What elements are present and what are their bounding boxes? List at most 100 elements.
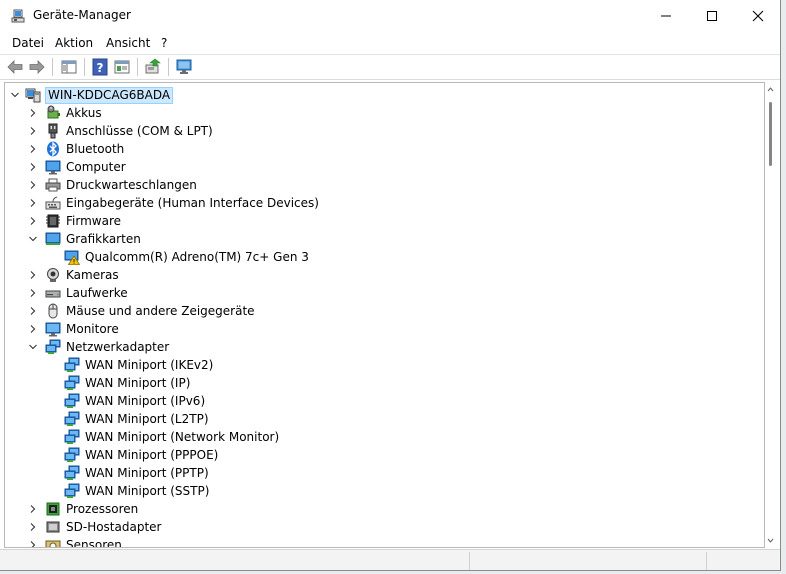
properties-icon[interactable] <box>113 58 131 76</box>
tree-item-label: Bluetooth <box>66 142 125 156</box>
menu-help[interactable]: ? <box>161 36 167 50</box>
tree-item[interactable]: WAN Miniport (PPTP) <box>5 464 745 482</box>
chevron-right-icon[interactable] <box>27 161 39 173</box>
status-segment <box>0 552 470 570</box>
menu-ansicht[interactable]: Ansicht <box>106 36 150 50</box>
tree-item[interactable]: WAN Miniport (IPv6) <box>5 392 745 410</box>
chevron-right-icon[interactable] <box>27 197 39 209</box>
chevron-right-icon[interactable] <box>27 143 39 155</box>
tree-item[interactable]: Firmware <box>5 212 745 230</box>
minimize-icon <box>661 15 671 17</box>
chevron-right-icon[interactable] <box>27 323 39 335</box>
tree-item[interactable]: WAN Miniport (IKEv2) <box>5 356 745 374</box>
status-bar <box>0 549 780 570</box>
display-adapter-icon <box>45 232 61 245</box>
mouse-icon <box>48 303 58 319</box>
tree-item-label: WAN Miniport (IP) <box>85 376 191 390</box>
show-hide-console-tree-icon[interactable] <box>60 58 78 76</box>
tree-item[interactable]: Grafikkarten <box>5 230 745 248</box>
tree-item[interactable]: Eingabegeräte (Human Interface Devices) <box>5 194 745 212</box>
monitor-scan-icon[interactable] <box>175 58 193 76</box>
tree-item[interactable]: Bluetooth <box>5 140 745 158</box>
toolbar-separator <box>84 58 85 76</box>
chevron-right-icon[interactable] <box>27 539 39 548</box>
tree-item[interactable]: Mäuse und andere Zeigegeräte <box>5 302 745 320</box>
chevron-right-icon[interactable] <box>27 269 39 281</box>
chevron-right-icon[interactable] <box>27 215 39 227</box>
chevron-down-icon[interactable] <box>27 341 39 353</box>
chevron-right-icon[interactable] <box>27 125 39 137</box>
network-adapter-icon <box>64 429 80 444</box>
window-title: Geräte-Manager <box>33 8 131 22</box>
tree-item-label: Monitore <box>66 322 119 336</box>
chevron-right-icon[interactable] <box>27 503 39 515</box>
tree-root-item[interactable]: WIN-KDDCAG6BADA <box>5 86 745 104</box>
network-adapter-icon <box>64 375 80 390</box>
forward-icon[interactable] <box>28 58 46 76</box>
tree-item[interactable]: WAN Miniport (Network Monitor) <box>5 428 745 446</box>
update-driver-icon[interactable] <box>144 58 162 76</box>
chevron-right-icon[interactable] <box>27 287 39 299</box>
chevron-right-icon[interactable] <box>27 521 39 533</box>
minimize-button[interactable] <box>643 0 689 32</box>
tree-item-label: Sensoren <box>66 538 122 548</box>
tree-item-label: WAN Miniport (PPTP) <box>85 466 209 480</box>
scroll-down-icon[interactable] <box>765 536 776 546</box>
chevron-down-icon[interactable] <box>9 89 21 101</box>
tree-item[interactable]: WAN Miniport (L2TP) <box>5 410 745 428</box>
menu-bar: Datei Aktion Ansicht ? <box>0 32 780 55</box>
network-adapter-icon <box>64 483 80 498</box>
title-bar[interactable]: Geräte-Manager <box>0 0 780 32</box>
chevron-right-icon[interactable] <box>27 107 39 119</box>
display-adapter-warning-icon <box>64 250 80 265</box>
tree-item[interactable]: Anschlüsse (COM & LPT) <box>5 122 745 140</box>
network-adapter-icon <box>45 339 61 354</box>
chevron-right-icon[interactable] <box>27 179 39 191</box>
network-adapter-icon <box>64 411 80 426</box>
computer-icon <box>25 88 41 103</box>
help-icon[interactable]: ? <box>91 58 109 76</box>
tree-item[interactable]: Qualcomm(R) Adreno(TM) 7c+ Gen 3 <box>5 248 745 266</box>
menu-aktion[interactable]: Aktion <box>55 36 93 50</box>
scroll-up-icon[interactable] <box>765 84 776 94</box>
tree-item[interactable]: Kameras <box>5 266 745 284</box>
device-tree[interactable]: WIN-KDDCAG6BADA Akkus Anschlüsse (COM & LP… <box>4 82 765 548</box>
close-button[interactable] <box>735 0 780 32</box>
vertical-scrollbar[interactable] <box>765 82 776 548</box>
tree-item-label: WAN Miniport (PPPOE) <box>85 448 219 462</box>
tree-item-label: WAN Miniport (SSTP) <box>85 484 210 498</box>
chevron-right-icon[interactable] <box>27 305 39 317</box>
maximize-button[interactable] <box>689 0 735 32</box>
tree-item[interactable]: Monitore <box>5 320 745 338</box>
menu-datei[interactable]: Datei <box>12 36 44 50</box>
network-adapter-icon <box>64 465 80 480</box>
tree-item[interactable]: Akkus <box>5 104 745 122</box>
hid-icon <box>45 196 61 210</box>
scrollbar-thumb[interactable] <box>769 102 772 166</box>
tree-item[interactable]: Druckwarteschlangen <box>5 176 745 194</box>
close-icon <box>752 10 764 22</box>
tree-item[interactable]: Sensoren <box>5 536 745 548</box>
tree-item[interactable]: Netzwerkadapter <box>5 338 745 356</box>
tree-item-label: Firmware <box>66 214 121 228</box>
tree-item-label: Laufwerke <box>66 286 128 300</box>
chip-icon <box>46 214 60 228</box>
toolbar-separator <box>168 58 169 76</box>
tree-item[interactable]: WAN Miniport (SSTP) <box>5 482 745 500</box>
device-manager-app-icon <box>11 9 25 23</box>
tree-item-label: Akkus <box>66 106 102 120</box>
chevron-down-icon[interactable] <box>27 233 39 245</box>
drive-icon <box>45 290 61 298</box>
tree-item-label: Prozessoren <box>66 502 139 516</box>
device-manager-window: Geräte-Manager Datei Aktion Ansicht ? ? … <box>0 0 781 571</box>
tree-item-label: Grafikkarten <box>66 232 141 246</box>
tree-item-label: Qualcomm(R) Adreno(TM) 7c+ Gen 3 <box>85 250 309 264</box>
tree-item[interactable]: Prozessoren <box>5 500 745 518</box>
tree-item[interactable]: Computer <box>5 158 745 176</box>
tree-item[interactable]: Laufwerke <box>5 284 745 302</box>
tree-item[interactable]: WAN Miniport (IP) <box>5 374 745 392</box>
back-icon[interactable] <box>6 58 24 76</box>
camera-icon <box>47 268 59 282</box>
tree-item[interactable]: WAN Miniport (PPPOE) <box>5 446 745 464</box>
tree-item[interactable]: SD-Hostadapter <box>5 518 745 536</box>
